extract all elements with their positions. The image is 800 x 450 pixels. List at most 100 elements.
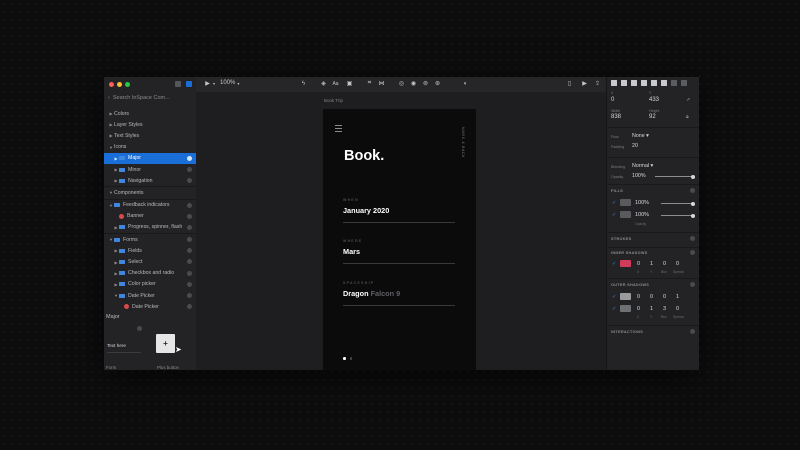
inner-shadow-spread[interactable]: 0 xyxy=(676,261,679,267)
image-button[interactable]: ▣ xyxy=(346,80,353,87)
page-dot-active[interactable] xyxy=(343,357,346,360)
outer-shadow-1-spread[interactable]: 1 xyxy=(676,294,679,300)
library-search[interactable]: ‹ Search InSpace Com... xyxy=(108,93,192,102)
tree-item-checkbox-and-radio[interactable]: ▶ Checkbox and radio xyxy=(104,268,196,279)
canvas[interactable]: Book Trip MARS & BACK Book. WHEN January… xyxy=(196,92,606,370)
layers-mode-icon[interactable] xyxy=(175,81,181,87)
artboard-book-trip[interactable]: MARS & BACK Book. WHEN January 2020 WHER… xyxy=(323,109,476,370)
mask-button[interactable]: ◐ xyxy=(462,80,469,87)
field-spaceship[interactable]: SPACESHIP Dragon Falcon 9 xyxy=(343,281,455,306)
fill-1-slider[interactable] xyxy=(661,203,693,204)
height-field[interactable]: 92 xyxy=(649,114,656,120)
tree-item-progress-spinner-flash[interactable]: ▶ Progress, spinner, flash xyxy=(104,222,196,233)
outer-shadow-1-blur[interactable]: 0 xyxy=(663,294,666,300)
blending-select[interactable]: Normal ▾ xyxy=(632,163,653,169)
width-field[interactable]: 838 xyxy=(611,114,621,120)
add-outer-shadow-button[interactable] xyxy=(690,282,695,287)
opacity-slider[interactable] xyxy=(655,176,693,177)
inner-shadow-checkbox[interactable]: ✓ xyxy=(612,261,616,267)
tree-item-select[interactable]: ▶ Select xyxy=(104,256,196,267)
item-options-icon[interactable] xyxy=(187,166,192,172)
item-options-icon[interactable] xyxy=(187,213,192,219)
item-options-icon[interactable] xyxy=(187,224,192,230)
intersect-button[interactable]: ⊚ xyxy=(422,80,429,87)
preview-option-icon[interactable] xyxy=(137,326,142,331)
outer-shadow-1-y[interactable]: 0 xyxy=(650,294,653,300)
fill-2-opacity[interactable]: 100% xyxy=(635,212,649,218)
outer-shadow-2-y[interactable]: 1 xyxy=(650,306,653,312)
align-top-icon[interactable] xyxy=(641,80,647,86)
fill-1-slider-knob[interactable] xyxy=(691,201,695,206)
tree-item-fields[interactable]: ▶ Fields xyxy=(104,245,196,256)
zoom-control[interactable]: 100% ▾ xyxy=(220,80,239,86)
item-options-icon[interactable] xyxy=(187,202,192,208)
fill-2-swatch[interactable] xyxy=(620,211,631,218)
x-field[interactable]: 0 xyxy=(611,97,614,103)
layer-button[interactable]: ◈ xyxy=(320,80,327,87)
field-when[interactable]: WHEN January 2020 xyxy=(343,198,455,223)
tree-item-banner[interactable]: Banner xyxy=(104,211,196,222)
tree-item-components[interactable]: ▼ Components xyxy=(104,186,196,198)
outer-shadow-2-spread[interactable]: 0 xyxy=(676,306,679,312)
select-tool[interactable]: ▶ ▾ xyxy=(204,80,215,87)
fill-1-swatch[interactable] xyxy=(620,199,631,206)
align-bottom-icon[interactable] xyxy=(661,80,667,86)
add-inner-shadow-button[interactable] xyxy=(690,250,695,255)
fill-2-slider[interactable] xyxy=(661,215,693,216)
text-button[interactable]: Aa xyxy=(332,80,339,87)
link-icon[interactable]: ⇗ xyxy=(686,97,690,103)
item-options-icon[interactable] xyxy=(187,270,192,276)
plus-button-preview[interactable]: + xyxy=(156,334,175,353)
align-left-icon[interactable] xyxy=(611,80,617,86)
distribute-vertical-icon[interactable] xyxy=(681,80,687,86)
add-stroke-button[interactable] xyxy=(690,236,695,241)
artboard-name[interactable]: Book Trip xyxy=(324,98,343,103)
inner-shadow-blur[interactable]: 0 xyxy=(663,261,666,267)
item-options-icon[interactable] xyxy=(187,248,192,254)
item-options-icon[interactable] xyxy=(187,259,192,265)
minimize-window-button[interactable] xyxy=(117,82,122,87)
outer-shadow-1-x[interactable]: 0 xyxy=(637,294,640,300)
export-button[interactable]: ⇪ xyxy=(594,80,601,87)
tree-item-feedback-indicators[interactable]: ▼ Feedback indicators xyxy=(104,198,196,211)
align-middle-icon[interactable] xyxy=(651,80,657,86)
outer-shadow-2-swatch[interactable] xyxy=(620,305,631,312)
inner-shadow-swatch[interactable] xyxy=(620,260,631,267)
outer-shadow-2-blur[interactable]: 3 xyxy=(663,306,666,312)
chevron-left-icon[interactable]: ‹ xyxy=(108,95,110,101)
align-center-icon[interactable] xyxy=(621,80,627,86)
inner-shadow-x[interactable]: 0 xyxy=(637,261,640,267)
outer-shadow-1-swatch[interactable] xyxy=(620,293,631,300)
tree-item-minor[interactable]: ▶ Minor xyxy=(104,164,196,175)
play-button[interactable]: ▶ xyxy=(581,80,588,87)
item-options-icon[interactable] xyxy=(187,293,192,298)
link-button[interactable]: ⋈ xyxy=(378,80,385,87)
item-options-icon[interactable] xyxy=(187,178,192,184)
opacity-field[interactable]: 100% xyxy=(632,173,646,179)
library-mode-icon[interactable] xyxy=(186,81,192,87)
close-window-button[interactable] xyxy=(109,82,114,87)
insert-button[interactable]: ϟ xyxy=(300,80,307,87)
inner-shadow-y[interactable]: 1 xyxy=(650,261,653,267)
align-right-icon[interactable] xyxy=(631,80,637,86)
tree-item-layer-styles[interactable]: ▶ Layer Styles xyxy=(104,119,196,130)
item-options-icon[interactable] xyxy=(187,155,192,161)
maximize-window-button[interactable] xyxy=(125,82,130,87)
padding-field[interactable]: 20 xyxy=(632,143,638,149)
search-input[interactable]: Search InSpace Com... xyxy=(113,95,170,101)
item-options-icon[interactable] xyxy=(187,237,192,243)
add-interaction-button[interactable] xyxy=(690,329,695,334)
outer-shadow-2-x[interactable]: 0 xyxy=(637,306,640,312)
tree-item-colors[interactable]: ▶ Colors xyxy=(104,108,196,119)
preview-button[interactable]: ▯ xyxy=(566,80,573,87)
outer-shadow-1-checkbox[interactable]: ✓ xyxy=(612,294,616,300)
opacity-slider-knob[interactable] xyxy=(691,174,695,179)
fill-1-opacity[interactable]: 100% xyxy=(635,200,649,206)
tree-item-major[interactable]: ▶ Major xyxy=(104,152,196,164)
tree-item-date-picker[interactable]: ▼ Date Picker xyxy=(104,290,196,301)
fill-2-checkbox[interactable]: ✓ xyxy=(612,212,616,218)
fill-1-checkbox[interactable]: ✓ xyxy=(612,200,616,206)
tree-item-icons[interactable]: ▼ Icons xyxy=(104,142,196,153)
outer-shadow-2-checkbox[interactable]: ✓ xyxy=(612,306,616,312)
page-dot[interactable] xyxy=(349,357,352,360)
